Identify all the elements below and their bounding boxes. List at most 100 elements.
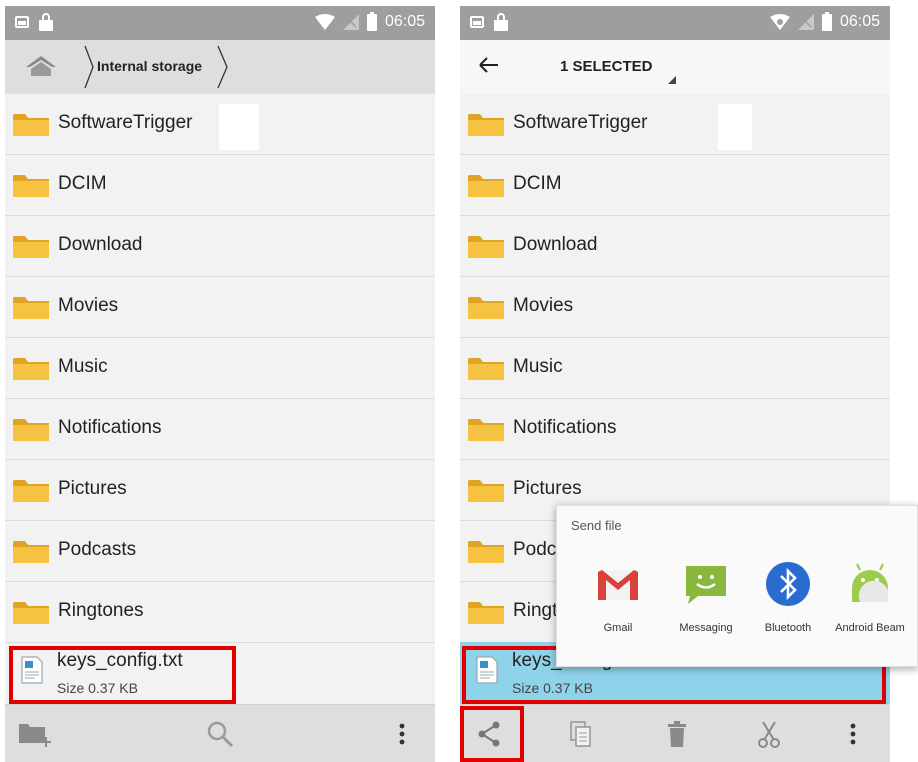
folder-icon xyxy=(13,480,49,502)
list-item-label: Podcasts xyxy=(58,539,137,560)
folder-icon xyxy=(13,358,49,380)
share-target-label: Gmail xyxy=(603,622,633,634)
list-item-label: SoftwareTrigger xyxy=(513,112,648,133)
battery-icon xyxy=(366,11,377,31)
folder-list: SoftwareTrigger DCIM Download Movies Mus… xyxy=(5,94,435,643)
dropdown-triangle-icon[interactable] xyxy=(668,76,676,84)
list-item[interactable]: Music xyxy=(5,338,435,399)
list-item[interactable]: Movies xyxy=(460,277,890,338)
screenshot-notification-icon xyxy=(470,16,484,28)
list-item[interactable]: Podcasts xyxy=(5,521,435,582)
list-item[interactable]: Movies xyxy=(5,277,435,338)
overflow-menu-button[interactable] xyxy=(836,717,870,751)
back-arrow-icon[interactable] xyxy=(478,54,500,76)
list-item-label: Movies xyxy=(513,295,574,316)
status-time: 06:05 xyxy=(384,13,425,30)
bluetooth-icon xyxy=(766,562,810,606)
search-icon xyxy=(207,721,234,748)
folder-icon xyxy=(468,419,504,441)
wifi-icon xyxy=(769,14,790,30)
home-button[interactable] xyxy=(13,46,69,86)
new-folder-button[interactable] xyxy=(19,717,53,751)
folder-icon xyxy=(13,419,49,441)
folder-icon xyxy=(13,602,49,624)
selection-count-title[interactable]: 1 SELECTED xyxy=(560,58,653,75)
battery-icon xyxy=(821,11,832,31)
list-item[interactable]: Music xyxy=(460,338,890,399)
file-name: keys_config.txt xyxy=(57,650,183,671)
share-button[interactable] xyxy=(472,717,506,751)
breadcrumb[interactable]: Internal storage xyxy=(83,44,233,90)
bottom-toolbar xyxy=(460,704,890,762)
file-size: Size 0.37 KB xyxy=(512,680,593,696)
copy-button[interactable] xyxy=(564,717,598,751)
share-target-messaging[interactable]: Messaging xyxy=(665,560,747,634)
list-item-label: SoftwareTrigger xyxy=(58,112,193,133)
more-vert-icon xyxy=(399,723,405,745)
search-button[interactable] xyxy=(203,717,237,751)
list-item[interactable]: Pictures xyxy=(5,460,435,521)
folder-icon xyxy=(468,480,504,502)
copy-icon xyxy=(570,721,591,747)
lock-icon xyxy=(494,13,508,31)
scissors-icon xyxy=(758,721,780,748)
list-item-label: Music xyxy=(513,356,563,377)
home-icon xyxy=(26,56,56,76)
dialog-title: Send file xyxy=(571,518,622,533)
share-target-label: Android Beam xyxy=(835,622,905,634)
share-target-bluetooth[interactable]: Bluetooth xyxy=(747,560,829,634)
share-icon xyxy=(478,721,500,747)
wifi-icon xyxy=(314,14,335,30)
share-target-android-beam[interactable]: Android Beam xyxy=(829,560,911,634)
blank-overlay xyxy=(219,104,259,150)
folder-icon xyxy=(468,114,504,136)
signal-icon xyxy=(797,14,814,30)
folder-icon xyxy=(13,541,49,563)
list-item[interactable]: Notifications xyxy=(460,399,890,460)
folder-icon xyxy=(13,297,49,319)
list-item-label: Ringtones xyxy=(58,600,144,621)
list-item-label: Notifications xyxy=(513,417,617,438)
list-item[interactable]: Download xyxy=(460,216,890,277)
file-row-keys-config[interactable]: keys_config.txt Size 0.37 KB xyxy=(5,642,435,704)
list-item-label: Download xyxy=(513,234,598,255)
status-bar: 06:05 xyxy=(5,6,435,40)
bottom-toolbar xyxy=(5,704,435,762)
lock-icon xyxy=(39,13,53,31)
list-item-label: Pictures xyxy=(58,478,127,499)
delete-button[interactable] xyxy=(660,717,694,751)
file-manager-screen-left: 06:05 Internal storage SoftwareTrigger D… xyxy=(5,6,435,762)
screenshot-notification-icon xyxy=(15,16,29,28)
overflow-menu-button[interactable] xyxy=(385,717,419,751)
list-item[interactable]: Notifications xyxy=(5,399,435,460)
share-target-label: Messaging xyxy=(679,622,733,634)
breadcrumb-label: Internal storage xyxy=(97,58,203,74)
android-beam-icon xyxy=(852,563,888,602)
more-vert-icon xyxy=(850,723,856,745)
gmail-icon xyxy=(598,570,638,600)
list-item-label: Download xyxy=(58,234,143,255)
list-item[interactable]: Download xyxy=(5,216,435,277)
trash-icon xyxy=(668,721,686,747)
list-item[interactable]: SoftwareTrigger xyxy=(5,94,435,155)
folder-icon xyxy=(13,114,49,136)
list-item[interactable]: DCIM xyxy=(5,155,435,216)
folder-icon xyxy=(13,236,49,258)
list-item-label: DCIM xyxy=(513,173,562,194)
send-file-dialog: Send file Gmail Messaging Bluetooth Andr… xyxy=(556,505,918,667)
folder-icon xyxy=(468,358,504,380)
file-size: Size 0.37 KB xyxy=(57,680,138,696)
list-item-label: Notifications xyxy=(58,417,162,438)
folder-icon xyxy=(13,175,49,197)
list-item[interactable]: Ringtones xyxy=(5,582,435,643)
folder-icon xyxy=(468,236,504,258)
selection-action-bar: 1 SELECTED xyxy=(460,40,890,96)
share-target-gmail[interactable]: Gmail xyxy=(577,560,659,634)
text-file-icon xyxy=(476,656,498,684)
cut-button[interactable] xyxy=(752,717,786,751)
list-item-label: Music xyxy=(58,356,108,377)
list-item[interactable]: SoftwareTrigger xyxy=(460,94,890,155)
list-item-label: Movies xyxy=(58,295,119,316)
status-bar: 06:05 xyxy=(460,6,890,40)
list-item[interactable]: DCIM xyxy=(460,155,890,216)
